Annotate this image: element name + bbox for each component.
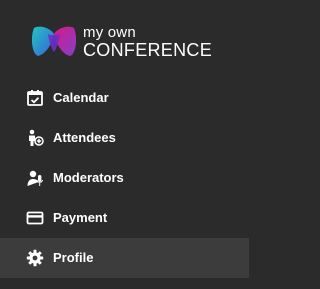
sidebar-item-profile[interactable]: Profile: [0, 238, 249, 278]
sidebar-item-moderators[interactable]: Moderators: [0, 158, 249, 198]
conference-logo-icon: [31, 26, 77, 56]
sidebar-item-label: Calendar: [53, 90, 109, 105]
brand-logo[interactable]: my own CONFERENCE: [28, 24, 228, 60]
brand-name-line1: my own: [83, 24, 136, 41]
gear-icon: [26, 249, 44, 267]
sidebar-item-label: Payment: [53, 210, 108, 225]
person-add-icon: [26, 129, 44, 147]
sidebar-item-calendar[interactable]: Calendar: [0, 78, 249, 118]
person-microphone-icon: [26, 169, 44, 187]
sidebar-nav: Calendar Attendees Moderators Payment Pr…: [0, 78, 249, 278]
sidebar-item-label: Moderators: [53, 170, 124, 185]
sidebar-item-attendees[interactable]: Attendees: [0, 118, 249, 158]
sidebar: my own CONFERENCE Calendar Attendees Mod…: [0, 0, 249, 289]
credit-card-icon: [26, 209, 44, 227]
calendar-check-icon: [26, 89, 44, 107]
brand-name-line2: CONFERENCE: [83, 40, 213, 60]
sidebar-item-label: Attendees: [53, 130, 116, 145]
sidebar-item-payment[interactable]: Payment: [0, 198, 249, 238]
sidebar-item-label: Profile: [53, 250, 94, 265]
